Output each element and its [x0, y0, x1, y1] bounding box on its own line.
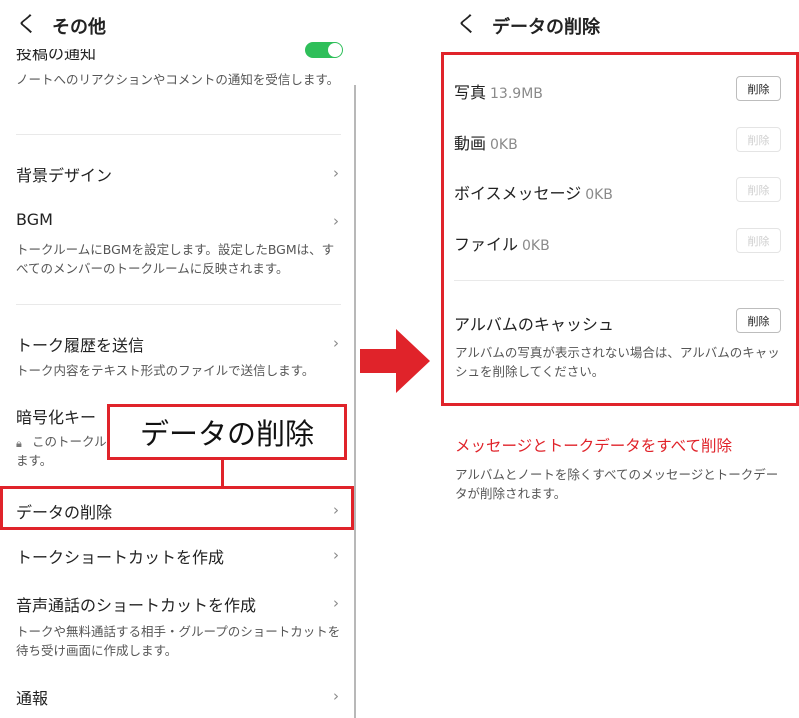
chevron-right-icon: ›	[333, 334, 339, 352]
settings-other-panel: く その他 投稿の通知 ノートへのリアクションやコメントの通知を受信します。 背…	[0, 0, 356, 718]
chevron-right-icon: ›	[333, 594, 339, 612]
back-icon[interactable]: く	[16, 15, 38, 37]
row-title: 音声通話のショートカットを作成	[16, 596, 257, 615]
arrow-right-icon	[360, 329, 430, 393]
back-icon[interactable]: く	[456, 15, 478, 37]
item-label: ファイル 0KB	[454, 235, 550, 254]
scrollbar-divider	[354, 85, 356, 718]
delete-videos-button[interactable]: 削除	[736, 127, 781, 152]
row-title: データの削除	[16, 503, 113, 522]
row-desc: トークルームにBGMを設定します。設定したBGMは、すべてのメンバーのトークルー…	[16, 242, 335, 276]
row-title: 通報	[16, 689, 49, 708]
chevron-right-icon: ›	[333, 164, 339, 182]
row-delete-data[interactable]: データの削除 ›	[0, 486, 354, 530]
delete-all-button[interactable]: メッセージとトークデータをすべて削除	[455, 434, 732, 456]
chevron-right-icon: ›	[333, 687, 339, 705]
item-size: 0KB	[490, 137, 518, 153]
item-size: 13.9MB	[490, 86, 543, 102]
delete-files-button[interactable]: 削除	[736, 228, 781, 253]
header-other: く その他	[16, 8, 106, 44]
delete-photos-button[interactable]: 削除	[736, 76, 781, 101]
row-title: トークショートカットを作成	[16, 548, 225, 567]
page-title: その他	[52, 17, 107, 38]
delete-voice-button[interactable]: 削除	[736, 177, 781, 202]
item-label: アルバムのキャッシュ	[454, 315, 614, 334]
chevron-right-icon: ›	[333, 212, 339, 230]
item-size: 0KB	[522, 238, 550, 254]
post-notification-toggle[interactable]	[305, 42, 343, 58]
chevron-right-icon: ›	[333, 501, 339, 519]
delete-album-cache-button[interactable]: 削除	[736, 308, 781, 333]
item-size: 0KB	[585, 187, 613, 203]
row-desc: トーク内容をテキスト形式のファイルで送信します。	[16, 363, 315, 378]
callout-label: データの削除	[107, 404, 347, 460]
item-label: 写真 13.9MB	[454, 83, 543, 102]
callout-connector	[221, 460, 224, 486]
item-label: 動画 0KB	[454, 134, 518, 153]
divider	[16, 304, 341, 305]
row-title: 暗号化キー	[16, 408, 97, 427]
divider	[16, 134, 341, 135]
chevron-right-icon: ›	[333, 546, 339, 564]
header-delete-data: く データの削除	[456, 8, 600, 44]
divider	[454, 280, 784, 281]
post-notification-desc: ノートへのリアクションやコメントの通知を受信します。	[16, 72, 340, 87]
page-title: データの削除	[492, 17, 601, 38]
delete-all-desc: アルバムとノートを除くすべてのメッセージとトークデータが削除されます。	[455, 467, 779, 501]
row-title: トーク履歴を送信	[16, 336, 145, 355]
row-title: BGM	[16, 210, 53, 229]
row-desc: トークや無料通話する相手・グループのショートカットを待ち受け画面に作成します。	[16, 624, 341, 658]
row-title: 背景デザイン	[16, 166, 113, 185]
lock-icon: 🔒︎	[16, 437, 22, 450]
item-label: ボイスメッセージ 0KB	[454, 184, 613, 203]
album-cache-desc: アルバムの写真が表示されない場合は、アルバムのキャッシュを削除してください。	[455, 345, 780, 379]
delete-data-panel: く データの削除 写真 13.9MB 削除 動画 0KB 削除 ボイスメッセージ 0K…	[440, 0, 799, 718]
